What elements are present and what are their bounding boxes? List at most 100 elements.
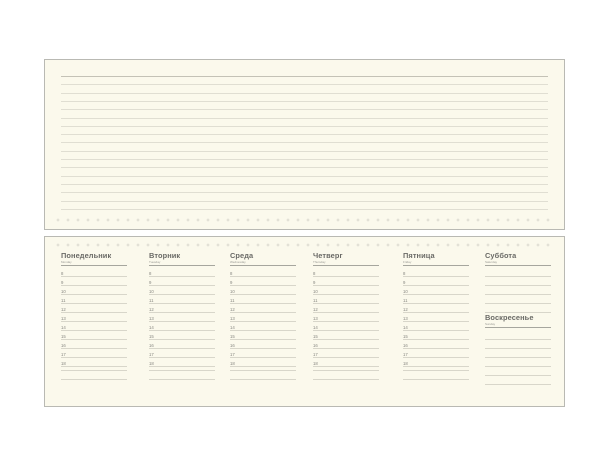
day-title-underline	[230, 265, 296, 266]
note-writing-line[interactable]	[485, 357, 551, 358]
hour-writing-line	[230, 366, 296, 367]
note-writing-line[interactable]	[485, 339, 551, 340]
note-writing-line[interactable]	[61, 379, 127, 380]
hour-slot[interactable]: 12	[230, 304, 296, 313]
hour-slot[interactable]: 11	[149, 295, 215, 304]
note-writing-line[interactable]	[149, 370, 215, 371]
hour-slot[interactable]: 14	[403, 322, 469, 331]
hour-slot[interactable]: 11	[403, 295, 469, 304]
day-subtitle-tuesday: Tuesday	[149, 260, 161, 264]
day-subtitle-saturday: Saturday	[485, 260, 498, 264]
note-writing-line[interactable]	[403, 370, 469, 371]
hour-slot[interactable]: 9	[61, 277, 127, 286]
note-writing-line[interactable]	[230, 379, 296, 380]
hour-slot[interactable]: 14	[230, 322, 296, 331]
hour-slot[interactable]: 17	[149, 349, 215, 358]
notes-ruled-line	[61, 150, 548, 152]
notes-ruled-line	[61, 159, 548, 160]
hour-slot[interactable]: 13	[149, 313, 215, 322]
note-writing-line[interactable]	[313, 379, 379, 380]
hour-slot[interactable]: 11	[61, 295, 127, 304]
notes-ruled-line	[61, 142, 548, 144]
note-writing-line[interactable]	[485, 348, 551, 349]
note-writing-line[interactable]	[485, 366, 551, 367]
hour-slot[interactable]: 17	[230, 349, 296, 358]
hour-slot[interactable]: 12	[149, 304, 215, 313]
week-planner-page: Понедельник Monday 8 9 10 11 12 13 14 15 16 17 18 …	[44, 236, 565, 407]
note-writing-line[interactable]	[485, 285, 551, 286]
hour-slot[interactable]: 18	[403, 358, 469, 367]
notes-ruled-line	[61, 92, 548, 94]
day-subtitle-thursday: Thursday	[313, 260, 326, 264]
note-writing-line[interactable]	[403, 379, 469, 380]
hour-slot[interactable]: 12	[403, 304, 469, 313]
notes-ruled-line	[61, 208, 548, 210]
hour-slot[interactable]: 17	[61, 349, 127, 358]
notes-ruled-line	[61, 76, 548, 77]
note-writing-line[interactable]	[485, 276, 551, 277]
hour-slot[interactable]: 8	[61, 268, 127, 277]
hour-slot[interactable]: 10	[230, 286, 296, 295]
hour-slot[interactable]: 13	[313, 313, 379, 322]
hour-slot[interactable]: 10	[313, 286, 379, 295]
hour-slot[interactable]: 8	[403, 268, 469, 277]
hour-slot[interactable]: 16	[403, 340, 469, 349]
hour-slot[interactable]: 8	[149, 268, 215, 277]
hour-slot[interactable]: 14	[313, 322, 379, 331]
notes-ruled-line	[61, 84, 548, 86]
day-title-underline	[149, 265, 215, 266]
hour-slot[interactable]: 15	[313, 331, 379, 340]
note-writing-line[interactable]	[313, 370, 379, 371]
hour-slot[interactable]: 9	[149, 277, 215, 286]
hour-slot[interactable]: 13	[230, 313, 296, 322]
hour-slot[interactable]: 16	[61, 340, 127, 349]
hour-slot[interactable]: 16	[149, 340, 215, 349]
hour-slot[interactable]: 18	[313, 358, 379, 367]
hour-slot[interactable]: 8	[230, 268, 296, 277]
hour-slot[interactable]: 10	[61, 286, 127, 295]
hour-slot[interactable]: 18	[149, 358, 215, 367]
notes-ruled-line	[61, 167, 548, 169]
day-subtitle-sunday: Sunday	[485, 322, 496, 326]
hour-slot[interactable]: 18	[61, 358, 127, 367]
day-title-sunday: Воскресенье	[485, 313, 534, 322]
hour-slot[interactable]: 15	[403, 331, 469, 340]
hour-slot[interactable]: 12	[61, 304, 127, 313]
notes-ruled-line	[61, 100, 548, 102]
hour-writing-line	[313, 366, 379, 367]
notes-ruled-line	[61, 192, 548, 194]
hour-slot[interactable]: 16	[313, 340, 379, 349]
hour-slot[interactable]: 14	[61, 322, 127, 331]
hour-slot[interactable]: 17	[313, 349, 379, 358]
note-writing-line[interactable]	[61, 370, 127, 371]
hour-slot[interactable]: 16	[230, 340, 296, 349]
hour-slot[interactable]: 10	[403, 286, 469, 295]
notes-ruled-line	[61, 134, 548, 136]
hour-slot[interactable]: 11	[230, 295, 296, 304]
hour-slot[interactable]: 9	[313, 277, 379, 286]
day-title-underline	[313, 265, 379, 266]
hour-slot[interactable]: 13	[61, 313, 127, 322]
hour-slot[interactable]: 14	[149, 322, 215, 331]
hour-slot[interactable]: 15	[230, 331, 296, 340]
hour-slot[interactable]: 13	[403, 313, 469, 322]
note-writing-line[interactable]	[230, 370, 296, 371]
hour-slot[interactable]: 15	[149, 331, 215, 340]
hour-slot[interactable]: 12	[313, 304, 379, 313]
day-title-underline	[403, 265, 469, 266]
perforation-dots-bottom-page	[53, 242, 556, 248]
hour-slot[interactable]: 18	[230, 358, 296, 367]
day-title-wednesday: Среда	[230, 251, 254, 260]
hour-slot[interactable]: 17	[403, 349, 469, 358]
hour-slot[interactable]: 9	[403, 277, 469, 286]
hour-slot[interactable]: 10	[149, 286, 215, 295]
note-writing-line[interactable]	[485, 375, 551, 376]
note-writing-line[interactable]	[485, 303, 551, 304]
note-writing-line[interactable]	[485, 384, 551, 385]
hour-slot[interactable]: 15	[61, 331, 127, 340]
hour-slot[interactable]: 11	[313, 295, 379, 304]
hour-slot[interactable]: 8	[313, 268, 379, 277]
note-writing-line[interactable]	[149, 379, 215, 380]
note-writing-line[interactable]	[485, 294, 551, 295]
hour-slot[interactable]: 9	[230, 277, 296, 286]
